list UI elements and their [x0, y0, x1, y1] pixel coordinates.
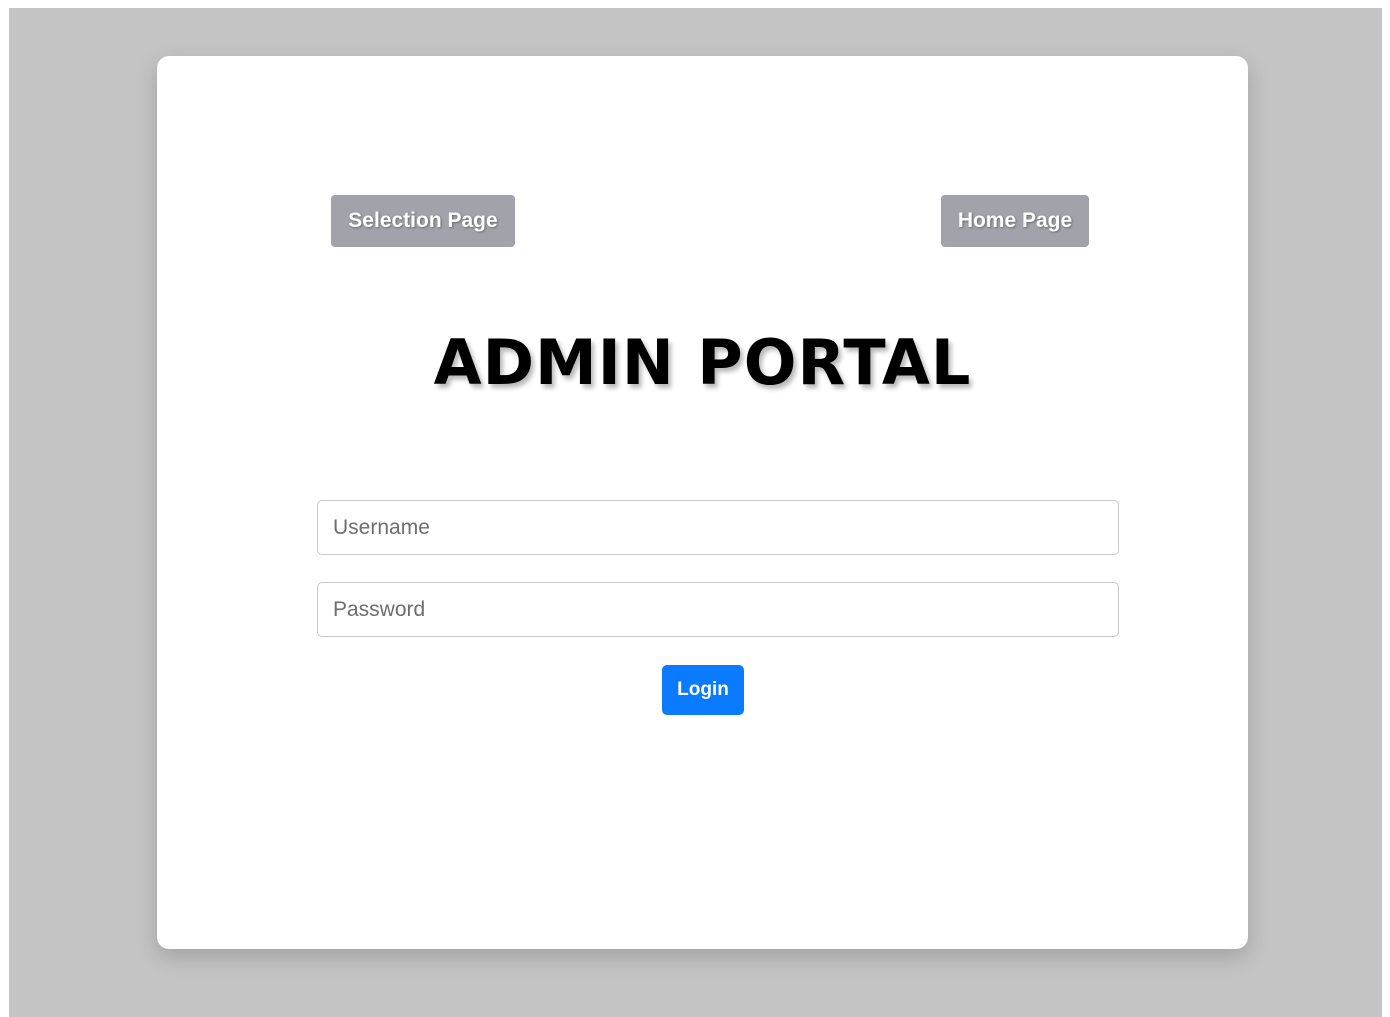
login-button[interactable]: Login: [662, 665, 744, 715]
password-input[interactable]: [317, 582, 1119, 637]
home-page-button[interactable]: Home Page: [941, 195, 1089, 247]
username-input[interactable]: [317, 500, 1119, 555]
page-title: ADMIN PORTAL: [433, 326, 972, 399]
selection-page-button[interactable]: Selection Page: [331, 195, 515, 247]
